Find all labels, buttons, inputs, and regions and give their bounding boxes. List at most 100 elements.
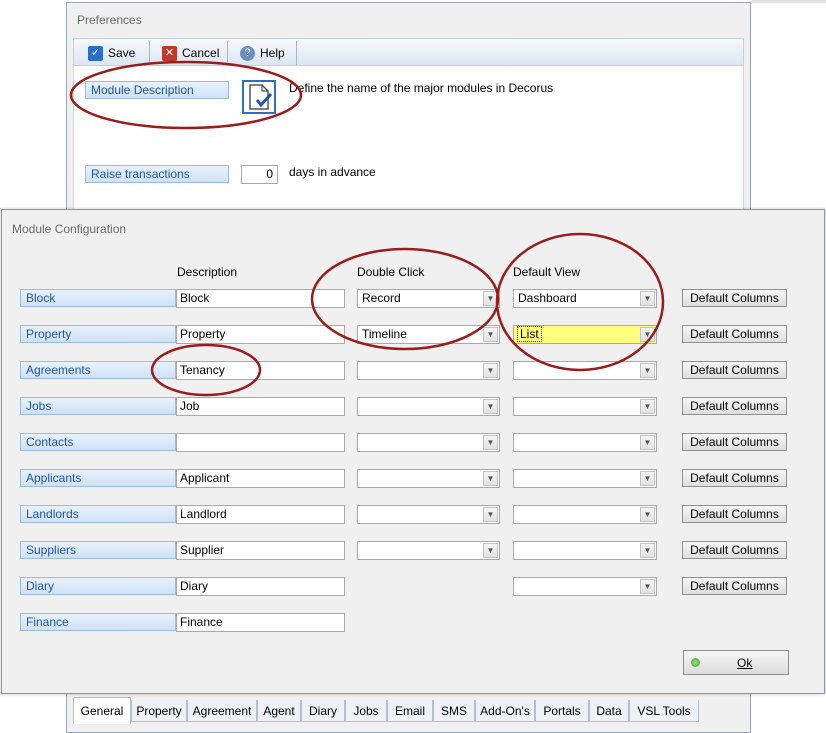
- tab-portals[interactable]: Portals: [535, 700, 589, 722]
- chevron-down-icon[interactable]: ▼: [640, 399, 655, 414]
- tab-agreement[interactable]: Agreement: [187, 700, 257, 722]
- module-label-suppliers[interactable]: Suppliers: [20, 541, 176, 559]
- module-label-block[interactable]: Block: [20, 289, 176, 307]
- module-label-applicants[interactable]: Applicants: [20, 469, 176, 487]
- tab-general[interactable]: General: [73, 697, 131, 724]
- chevron-down-icon[interactable]: ▼: [483, 363, 498, 378]
- module-configuration-title: Module Configuration: [12, 222, 127, 236]
- module-label-finance[interactable]: Finance: [20, 613, 176, 631]
- chevron-down-icon[interactable]: ▼: [483, 507, 498, 522]
- preferences-toolbar: ✓ Save ✕ Cancel ? Help: [73, 38, 744, 66]
- default-columns-button-block[interactable]: Default Columns: [682, 289, 787, 307]
- default-columns-button-contacts[interactable]: Default Columns: [682, 433, 787, 451]
- default-view-select-diary[interactable]: ▼: [513, 577, 657, 596]
- description-input-finance[interactable]: Finance: [176, 613, 345, 632]
- cancel-label: Cancel: [182, 46, 220, 60]
- double-click-select-block[interactable]: Record ▼: [357, 289, 500, 308]
- default-columns-button-jobs[interactable]: Default Columns: [682, 397, 787, 415]
- module-label-agreements[interactable]: Agreements: [20, 361, 176, 379]
- tab-vsl-tools[interactable]: VSL Tools: [629, 700, 699, 722]
- tab-email[interactable]: Email: [387, 700, 433, 722]
- description-input-block[interactable]: Block: [176, 289, 345, 308]
- description-input-agreements[interactable]: Tenancy: [176, 361, 345, 380]
- chevron-down-icon[interactable]: ▼: [483, 327, 498, 342]
- default-columns-button-agreements[interactable]: Default Columns: [682, 361, 787, 379]
- default-columns-button-diary[interactable]: Default Columns: [682, 577, 787, 595]
- default-view-select-contacts[interactable]: ▼: [513, 433, 657, 452]
- tab-sms[interactable]: SMS: [433, 700, 475, 722]
- chevron-down-icon[interactable]: ▼: [640, 579, 655, 594]
- double-click-select-jobs[interactable]: ▼: [357, 397, 500, 416]
- default-view-select-suppliers[interactable]: ▼: [513, 541, 657, 560]
- description-input-suppliers[interactable]: Supplier: [176, 541, 345, 560]
- default-view-select-jobs[interactable]: ▼: [513, 397, 657, 416]
- chevron-down-icon[interactable]: ▼: [483, 435, 498, 450]
- default-columns-button-suppliers[interactable]: Default Columns: [682, 541, 787, 559]
- tab-property[interactable]: Property: [131, 700, 187, 722]
- default-columns-button-landlords[interactable]: Default Columns: [682, 505, 787, 523]
- description-input-contacts[interactable]: [176, 433, 345, 452]
- double-click-select-property[interactable]: Timeline ▼: [357, 325, 500, 344]
- chevron-down-icon[interactable]: ▼: [640, 291, 655, 306]
- default-view-select-property[interactable]: List ▼: [513, 325, 657, 344]
- module-config-icon[interactable]: [242, 80, 276, 114]
- chevron-down-icon[interactable]: ▼: [483, 543, 498, 558]
- tab-data[interactable]: Data: [589, 700, 629, 722]
- chevron-down-icon[interactable]: ▼: [640, 471, 655, 486]
- default-view-value: List: [517, 326, 542, 342]
- module-label-diary[interactable]: Diary: [20, 577, 176, 595]
- default-columns-button-applicants[interactable]: Default Columns: [682, 469, 787, 487]
- description-input-landlords[interactable]: Landlord: [176, 505, 345, 524]
- chevron-down-icon[interactable]: ▼: [483, 471, 498, 486]
- save-icon: ✓: [88, 45, 103, 61]
- preferences-tab-strip: General Property Agreement Agent Diary Jobs Em…: [73, 697, 745, 725]
- raise-transactions-input[interactable]: 0: [241, 165, 278, 184]
- default-view-select-landlords[interactable]: ▼: [513, 505, 657, 524]
- module-label-property[interactable]: Property: [20, 325, 176, 343]
- tab-jobs[interactable]: Jobs: [345, 700, 387, 722]
- chevron-down-icon[interactable]: ▼: [640, 543, 655, 558]
- description-input-applicants[interactable]: Applicant: [176, 469, 345, 488]
- default-view-value: Dashboard: [518, 291, 577, 305]
- help-button[interactable]: ? Help: [240, 43, 285, 63]
- description-input-property[interactable]: Property: [176, 325, 345, 344]
- module-description-button[interactable]: Module Description: [85, 81, 229, 99]
- description-input-diary[interactable]: Diary: [176, 577, 345, 596]
- default-view-select-applicants[interactable]: ▼: [513, 469, 657, 488]
- tab-diary[interactable]: Diary: [301, 700, 345, 722]
- default-view-select-agreements[interactable]: ▼: [513, 361, 657, 380]
- save-button[interactable]: ✓ Save: [88, 43, 135, 63]
- help-label: Help: [260, 46, 285, 60]
- double-click-select-contacts[interactable]: ▼: [357, 433, 500, 452]
- ok-status-icon: [691, 658, 700, 667]
- ok-label: Ok: [737, 656, 753, 670]
- header-default-view: Default View: [513, 265, 581, 279]
- default-view-select-block[interactable]: Dashboard ▼: [513, 289, 657, 308]
- module-label-jobs[interactable]: Jobs: [20, 397, 176, 415]
- chevron-down-icon[interactable]: ▼: [483, 291, 498, 306]
- module-description-text: Define the name of the major modules in …: [289, 81, 554, 95]
- double-click-select-applicants[interactable]: ▼: [357, 469, 500, 488]
- module-label-landlords[interactable]: Landlords: [20, 505, 176, 523]
- chevron-down-icon[interactable]: ▼: [640, 435, 655, 450]
- description-input-jobs[interactable]: Job: [176, 397, 345, 416]
- double-click-value: Timeline: [362, 327, 407, 341]
- chevron-down-icon[interactable]: ▼: [483, 399, 498, 414]
- default-columns-button-property[interactable]: Default Columns: [682, 325, 787, 343]
- double-click-value: Record: [362, 291, 401, 305]
- chevron-down-icon[interactable]: ▼: [640, 363, 655, 378]
- ok-button[interactable]: Ok: [683, 650, 789, 675]
- tab-add-on-s[interactable]: Add-On's: [475, 700, 535, 722]
- header-description: Description: [177, 265, 238, 279]
- double-click-select-landlords[interactable]: ▼: [357, 505, 500, 524]
- double-click-select-suppliers[interactable]: ▼: [357, 541, 500, 560]
- chevron-down-icon[interactable]: ▼: [640, 507, 655, 522]
- chevron-down-icon[interactable]: ▼: [640, 327, 655, 342]
- double-click-select-agreements[interactable]: ▼: [357, 361, 500, 380]
- raise-transactions-button[interactable]: Raise transactions: [85, 165, 229, 183]
- tab-agent[interactable]: Agent: [257, 700, 301, 722]
- help-icon: ?: [240, 45, 255, 61]
- module-label-contacts[interactable]: Contacts: [20, 433, 176, 451]
- background-window-edge: [752, 0, 826, 3]
- cancel-button[interactable]: ✕ Cancel: [162, 43, 219, 63]
